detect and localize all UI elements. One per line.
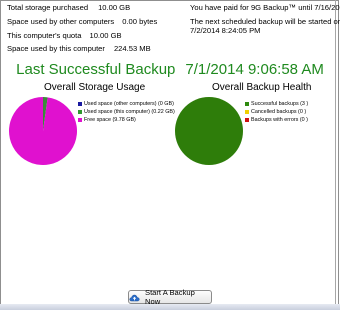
legend-item-errors: Backups with errors (0 ): [245, 116, 308, 124]
legend-item-successful: Successful backups (3 ): [245, 100, 308, 108]
legend-item-other-computers: Used space (other computers) (0 GB): [78, 100, 175, 108]
legend-label: Used space (other computers) (0 GB): [84, 101, 174, 107]
quota-label: This computer's quota: [7, 31, 82, 40]
quota-row: This computer's quota 10.00 GB: [7, 31, 122, 40]
last-backup-label: Last Successful Backup: [16, 61, 176, 78]
start-backup-button[interactable]: Start A Backup Now: [128, 288, 212, 306]
backup-health-legend: Successful backups (3 ) Cancelled backup…: [245, 100, 308, 124]
legend-label: Backups with errors (0 ): [251, 117, 308, 123]
legend-swatch: [245, 110, 249, 114]
quota-value: 10.00 GB: [89, 31, 122, 40]
legend-swatch: [245, 118, 249, 122]
other-computers-row: Space used by other computers 0.00 bytes: [7, 17, 157, 26]
this-computer-row: Space used by this computer 224.53 MB: [7, 44, 151, 53]
pie-slice-successful-backups: [175, 97, 243, 165]
legend-swatch: [78, 110, 82, 114]
other-computers-value: 0.00 bytes: [122, 17, 158, 26]
paid-until-text: You have paid for 9G Backup™ until 7/16/…: [190, 3, 340, 12]
legend-item-this-computer: Used space (this computer) (0.22 GB): [78, 108, 175, 116]
legend-swatch: [245, 102, 249, 106]
legend-label: Successful backups (3 ): [251, 101, 309, 107]
last-backup-headline: Last Successful Backup 7/1/2014 9:06:58 A…: [0, 61, 340, 78]
legend-item-free-space: Free space (9.78 GB): [78, 116, 175, 124]
legend-label: Used space (this computer) (0.22 GB): [84, 109, 175, 115]
storage-usage-pie-chart: [9, 97, 78, 165]
this-computer-value: 224.53 MB: [113, 44, 151, 53]
window-divider: [335, 0, 336, 305]
backup-health-pie-chart: [175, 97, 243, 165]
next-backup-text: The next scheduled backup will be starte…: [190, 17, 340, 26]
legend-item-cancelled: Cancelled backups (0 ): [245, 108, 308, 116]
legend-label: Free space (9.78 GB): [84, 117, 136, 123]
total-storage-row: Total storage purchased 10.00 GB: [7, 3, 130, 12]
legend-swatch: [78, 102, 82, 106]
start-backup-label: Start A Backup Now: [145, 288, 195, 306]
total-storage-label: Total storage purchased: [7, 3, 89, 12]
next-backup-datetime: 7/2/2014 8:24:05 PM: [190, 26, 261, 35]
pie-slice-free-space: [9, 97, 78, 165]
total-storage-value: 10.00 GB: [98, 3, 131, 12]
legend-swatch: [78, 118, 82, 122]
cloud-upload-icon: [129, 293, 140, 302]
other-computers-label: Space used by other computers: [7, 17, 115, 26]
legend-label: Cancelled backups (0 ): [251, 109, 307, 115]
backup-health-title: Overall Backup Health: [212, 82, 312, 93]
storage-usage-title: Overall Storage Usage: [44, 82, 146, 93]
last-backup-datetime: 7/1/2014 9:06:58 AM: [185, 61, 324, 78]
storage-usage-legend: Used space (other computers) (0 GB) Used…: [78, 100, 175, 124]
this-computer-label: Space used by this computer: [7, 44, 105, 53]
